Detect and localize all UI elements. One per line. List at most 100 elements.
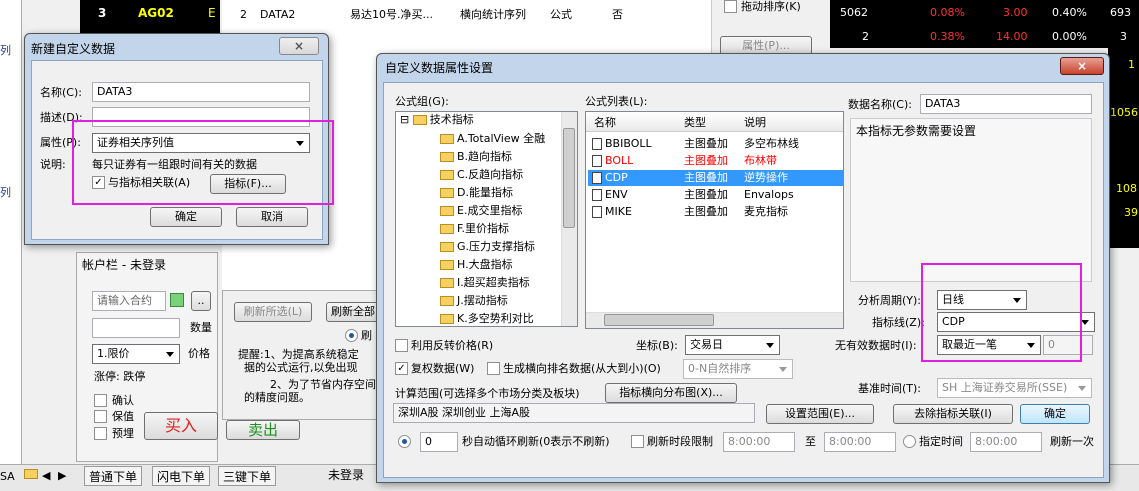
quote-pct2-2: 0.00% bbox=[1052, 30, 1087, 43]
formula-list-hthumb[interactable] bbox=[604, 314, 714, 326]
col-type[interactable]: 类型 bbox=[684, 116, 706, 130]
new-cancel-button[interactable]: 取消 bbox=[236, 207, 308, 227]
tree-group-item[interactable]: J.摆动指标 bbox=[440, 292, 508, 310]
preset-checkbox[interactable] bbox=[94, 427, 107, 440]
confirm-checkbox[interactable] bbox=[94, 394, 107, 407]
contract-input[interactable]: 请输入合约 bbox=[92, 291, 166, 311]
drag-sort-checkbox[interactable] bbox=[724, 0, 737, 13]
tree-root[interactable]: ⊟ 技术指标 bbox=[400, 111, 474, 129]
distribution-button[interactable]: 指标横向分布图(X)... bbox=[605, 383, 737, 403]
tree-group-item[interactable]: H.大盘指标 bbox=[440, 256, 513, 274]
folder-icon[interactable] bbox=[24, 469, 38, 479]
tree-group-label: K.多空势利对比 bbox=[457, 312, 534, 325]
tree-group-item[interactable]: K.多空势利对比 bbox=[440, 310, 534, 328]
dataname-field[interactable]: DATA3 bbox=[920, 94, 1092, 114]
table-row-name[interactable]: DATA2 bbox=[260, 8, 295, 22]
hedge-label: 保值 bbox=[112, 410, 134, 423]
restore-checkbox[interactable]: ✓ bbox=[395, 362, 408, 375]
coord-select[interactable]: 交易日 bbox=[685, 335, 780, 355]
name-field[interactable]: DATA3 bbox=[92, 82, 310, 102]
refresh-once-label[interactable]: 刷新一次 bbox=[1050, 435, 1094, 449]
tree-group-item[interactable]: A.TotalView 全融 bbox=[440, 130, 545, 148]
scroll-left-icon[interactable]: ◀ bbox=[42, 469, 50, 483]
quote-pct-1: 0.08% bbox=[930, 6, 965, 19]
tree-group-item[interactable]: E.成交里指标 bbox=[440, 202, 522, 220]
edge-value-3: 108 bbox=[1116, 182, 1137, 195]
chevron-down-icon bbox=[1081, 320, 1089, 325]
auto-refresh-radio[interactable] bbox=[398, 435, 411, 448]
rank-checkbox[interactable] bbox=[487, 362, 500, 375]
scroll-right-icon[interactable]: ▶ bbox=[58, 469, 66, 483]
tree-group-item[interactable]: C.反趋向指标 bbox=[440, 166, 523, 184]
fixed-time-field[interactable]: 8:00:00 bbox=[970, 432, 1042, 452]
refresh-selected-button[interactable]: 刷新所选(L) bbox=[234, 302, 312, 322]
fixed-time-radio[interactable] bbox=[903, 435, 916, 448]
chevron-down-icon bbox=[1078, 386, 1086, 391]
formula-desc: Envalops bbox=[744, 188, 794, 201]
formula-row[interactable]: BOLL 主图叠加 布林带 bbox=[588, 153, 844, 169]
refresh-seconds-field[interactable]: 0 bbox=[420, 432, 458, 452]
new-data-dialog-title: 新建自定义数据 bbox=[31, 42, 116, 56]
quote-row-num: 3 bbox=[98, 6, 107, 20]
tree-group-label: B.趋向指标 bbox=[457, 150, 513, 163]
formula-row[interactable]: CDP 主图叠加 逆势操作 bbox=[588, 170, 844, 186]
close-icon[interactable]: × bbox=[279, 37, 319, 55]
hedge-checkbox[interactable] bbox=[94, 410, 107, 423]
bottom-tab-sa[interactable]: SA bbox=[0, 470, 15, 484]
tree-group-item[interactable]: D.能量指标 bbox=[440, 184, 513, 202]
remove-link-button[interactable]: 去除指标关联(I) bbox=[893, 404, 1013, 424]
formula-file-icon bbox=[592, 138, 602, 150]
formula-row[interactable]: BBIBOLL 主图叠加 多空布林线 bbox=[588, 136, 844, 152]
quote-vol-2: 2 bbox=[862, 30, 869, 43]
folder-icon bbox=[440, 134, 454, 144]
prop-ok-button[interactable]: 确定 bbox=[1020, 404, 1090, 424]
time-start-field[interactable]: 8:00:00 bbox=[723, 432, 795, 452]
tab-normal-order[interactable]: 普通下单 bbox=[84, 466, 143, 486]
time-end-field[interactable]: 8:00:00 bbox=[824, 432, 896, 452]
tree-group-label: E.成交里指标 bbox=[457, 204, 523, 217]
tree-group-item[interactable]: F.里价指标 bbox=[440, 220, 509, 238]
limit-label: 涨停: 跌停 bbox=[94, 370, 146, 383]
quote-vol-1: 5062 bbox=[840, 6, 868, 19]
limit-checkbox[interactable] bbox=[631, 435, 644, 448]
time-to-label: 至 bbox=[805, 435, 816, 448]
basetime-select[interactable]: SH 上海证券交易所(SSE) bbox=[937, 378, 1092, 398]
buy-button[interactable]: 买入 bbox=[144, 412, 218, 440]
qty-input[interactable] bbox=[92, 318, 180, 338]
rank-select[interactable]: 0-N自然排序 bbox=[683, 359, 793, 379]
sidebar-label-2[interactable]: 列 bbox=[0, 186, 11, 200]
quote-code[interactable]: AG02 bbox=[138, 6, 174, 20]
group-tree-thumb[interactable] bbox=[563, 128, 575, 228]
refresh-all-button[interactable]: 刷新全部 bbox=[326, 302, 380, 322]
quote-last-2: 3 bbox=[1120, 30, 1127, 43]
formula-desc: 多空布林线 bbox=[744, 137, 799, 150]
refresh-radio[interactable] bbox=[345, 329, 358, 342]
formula-row[interactable]: ENV 主图叠加 Envalops bbox=[588, 187, 844, 203]
more-button[interactable]: .. bbox=[191, 291, 211, 311]
formula-file-icon bbox=[592, 206, 602, 218]
sell-button[interactable]: 卖出 bbox=[226, 420, 300, 440]
bottom-tab-unlogged[interactable]: 未登录 bbox=[328, 468, 364, 482]
new-ok-button[interactable]: 确定 bbox=[150, 207, 222, 227]
chevron-down-icon bbox=[779, 367, 787, 372]
sidebar-label-1[interactable]: 列 bbox=[0, 44, 11, 58]
order-type-value: 1.限价 bbox=[97, 347, 130, 360]
col-desc[interactable]: 说明 bbox=[744, 116, 766, 130]
set-range-button[interactable]: 设置范围(E)... bbox=[766, 404, 874, 424]
quote-pct-2: 0.38% bbox=[930, 30, 965, 43]
tab-three-key-order[interactable]: 三键下单 bbox=[218, 466, 277, 486]
close-icon[interactable]: × bbox=[1060, 57, 1104, 75]
col-name[interactable]: 名称 bbox=[594, 116, 616, 130]
tree-group-item[interactable]: I.超买超卖指标 bbox=[440, 274, 530, 292]
table-row-flag: 否 bbox=[612, 8, 623, 21]
tree-group-item[interactable]: B.趋向指标 bbox=[440, 148, 512, 166]
reverse-price-checkbox[interactable] bbox=[395, 339, 408, 352]
formula-row[interactable]: MIKE 主图叠加 麦克指标 bbox=[588, 204, 844, 220]
lock-icon[interactable] bbox=[170, 293, 184, 307]
tree-group-label: C.反趋向指标 bbox=[457, 168, 524, 181]
order-type-select[interactable]: 1.限价 bbox=[92, 344, 180, 364]
basetime-select-value: SH 上海证券交易所(SSE) bbox=[942, 381, 1068, 394]
range-field[interactable]: 深圳A股 深圳创业 上海A股 bbox=[393, 403, 755, 423]
tree-group-item[interactable]: G.压力支撑指标 bbox=[440, 238, 535, 256]
tab-flash-order[interactable]: 闪电下单 bbox=[152, 466, 211, 486]
